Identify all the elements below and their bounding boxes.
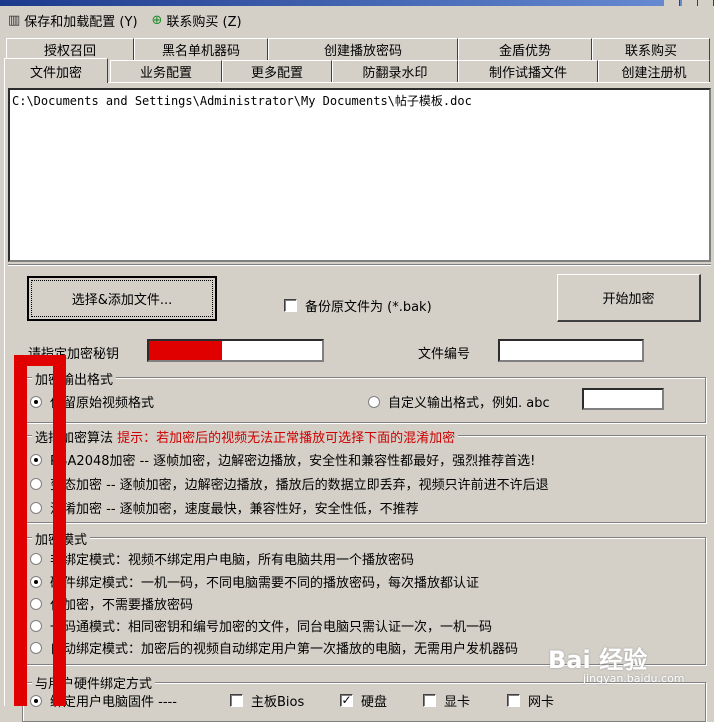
algorithm-title: 选择加密算法 提示：若加密后的视频无法正常播放可选择下面的混淆加密 <box>32 427 459 446</box>
tab-blacklist[interactable]: 黑名单机器码 <box>134 38 268 60</box>
gpu-checkbox[interactable] <box>423 694 436 707</box>
hardware-radio[interactable] <box>30 575 42 588</box>
bind-firmware-radio[interactable] <box>30 694 42 707</box>
tab-auth-recall[interactable]: 授权召回 <box>6 38 134 60</box>
one-code-radio[interactable] <box>30 619 42 632</box>
tab-row-1: 授权召回 黑名单机器码 创建播放密码 金盾优势 联系购买 <box>0 38 714 60</box>
tab-create-keygen[interactable]: 创建注册机 <box>598 60 710 82</box>
algorithm-option-extreme[interactable]: 变态加密 -- 逐帧加密，边解密边播放，播放后的数据立即丢弃，视频只许前进不许后… <box>30 474 549 493</box>
folder-icon: ▥ <box>8 12 21 28</box>
keep-original-radio[interactable] <box>30 395 42 408</box>
algorithm-option-rsa[interactable]: RSA2048加密 -- 逐帧加密，边解密边播放，安全性和兼容性都最好，强烈推荐… <box>30 450 535 469</box>
globe-icon: ⊕ <box>151 12 163 28</box>
menu-save-config[interactable]: ▥ 保存和加载配置 (Y) <box>8 11 138 30</box>
hardware-bind-title: 与用户硬件绑定方式 <box>32 673 156 692</box>
file-number-label: 文件编号 <box>418 347 471 362</box>
extreme-radio[interactable] <box>30 477 42 490</box>
output-format-title: 加密输出格式 <box>32 369 117 388</box>
mode-option-auto-bind[interactable]: 自动绑定模式：加密后的视频自动绑定用户第一次播放的电脑，无需用户发机器码 <box>30 638 518 657</box>
tab-file-encrypt[interactable]: 文件加密 <box>4 58 108 83</box>
custom-format-radio[interactable] <box>368 395 380 408</box>
mode-option-hardware[interactable]: 硬件绑定模式：一机一码，不同电脑需要不同的播放密码，每次播放都认证 <box>30 572 479 591</box>
menu-contact-buy[interactable]: ⊕ 联系购买 (Z) <box>152 11 242 30</box>
key-strength-bar <box>149 341 222 360</box>
tab-create-play-password[interactable]: 创建播放密码 <box>268 38 458 60</box>
file-list[interactable]: C:\Documents and Settings\Administrator\… <box>8 88 711 262</box>
tab-watermark[interactable]: 防翻录水印 <box>332 60 458 82</box>
bios-checkbox[interactable] <box>230 694 243 707</box>
encryption-key-field[interactable] <box>147 339 324 362</box>
auto-bind-radio[interactable] <box>30 641 42 654</box>
divider <box>8 264 711 266</box>
annotation-bracket-right <box>53 355 66 706</box>
annotation-bracket-left <box>14 355 27 706</box>
minimize-icon[interactable] <box>664 0 680 6</box>
tab-business-config[interactable]: 业务配置 <box>110 60 222 82</box>
start-encrypt-button[interactable]: 开始加密 <box>557 274 701 322</box>
backup-checkbox[interactable] <box>284 299 297 312</box>
maximize-icon[interactable] <box>682 0 698 6</box>
file-number-field[interactable] <box>498 339 644 362</box>
hw-disk-option[interactable]: ✓ 硬盘 <box>340 691 387 710</box>
watermark-logo: Bai 经验 <box>548 646 648 674</box>
unbound-radio[interactable] <box>30 552 42 565</box>
nic-checkbox[interactable] <box>507 694 520 707</box>
select-add-file-button[interactable]: 选择&添加文件... <box>27 276 217 321</box>
keep-original-format-option[interactable]: 保留原始视频格式 <box>30 392 154 411</box>
title-bar <box>0 0 714 6</box>
tab-advantages[interactable]: 金盾优势 <box>458 38 592 60</box>
algorithm-hint: 提示：若加密后的视频无法正常播放可选择下面的混淆加密 <box>117 431 456 446</box>
tab-contact-buy[interactable]: 联系购买 <box>592 38 710 60</box>
custom-format-option[interactable]: 自定义输出格式，例如. abc <box>368 392 550 411</box>
algorithm-option-obfuscate[interactable]: 混淆加密 -- 逐帧加密，速度最快，兼容性好，安全性低，不推荐 <box>30 498 419 517</box>
custom-format-field[interactable] <box>582 388 664 410</box>
tab-trial-file[interactable]: 制作试播文件 <box>458 60 598 82</box>
close-icon[interactable] <box>698 0 714 6</box>
encrypt-only-radio[interactable] <box>30 597 42 610</box>
tab-more-config[interactable]: 更多配置 <box>222 60 332 82</box>
watermark-url: jingyan.baidu.com <box>583 672 685 685</box>
hw-nic-option[interactable]: 网卡 <box>507 691 554 710</box>
backup-original-option[interactable]: 备份原文件为 (*.bak) <box>284 296 432 315</box>
file-list-item[interactable]: C:\Documents and Settings\Administrator\… <box>12 92 707 109</box>
menu-bar: ▥ 保存和加载配置 (Y) ⊕ 联系购买 (Z) <box>0 7 714 33</box>
mode-option-unbound[interactable]: 非绑定模式：视频不绑定用户电脑，所有电脑共用一个播放密码 <box>30 549 414 568</box>
hw-gpu-option[interactable]: 显卡 <box>423 691 470 710</box>
disk-checkbox[interactable]: ✓ <box>340 694 353 707</box>
obfuscate-radio[interactable] <box>30 501 42 514</box>
mode-option-one-code[interactable]: 一码通模式：相同密钥和编号加密的文件，同台电脑只需认证一次，一机一码 <box>30 616 492 635</box>
tab-row-2: 文件加密 业务配置 更多配置 防翻录水印 制作试播文件 创建注册机 <box>0 58 714 83</box>
hw-bios-option[interactable]: 主板Bios <box>230 691 304 710</box>
rsa-radio[interactable] <box>30 453 42 466</box>
